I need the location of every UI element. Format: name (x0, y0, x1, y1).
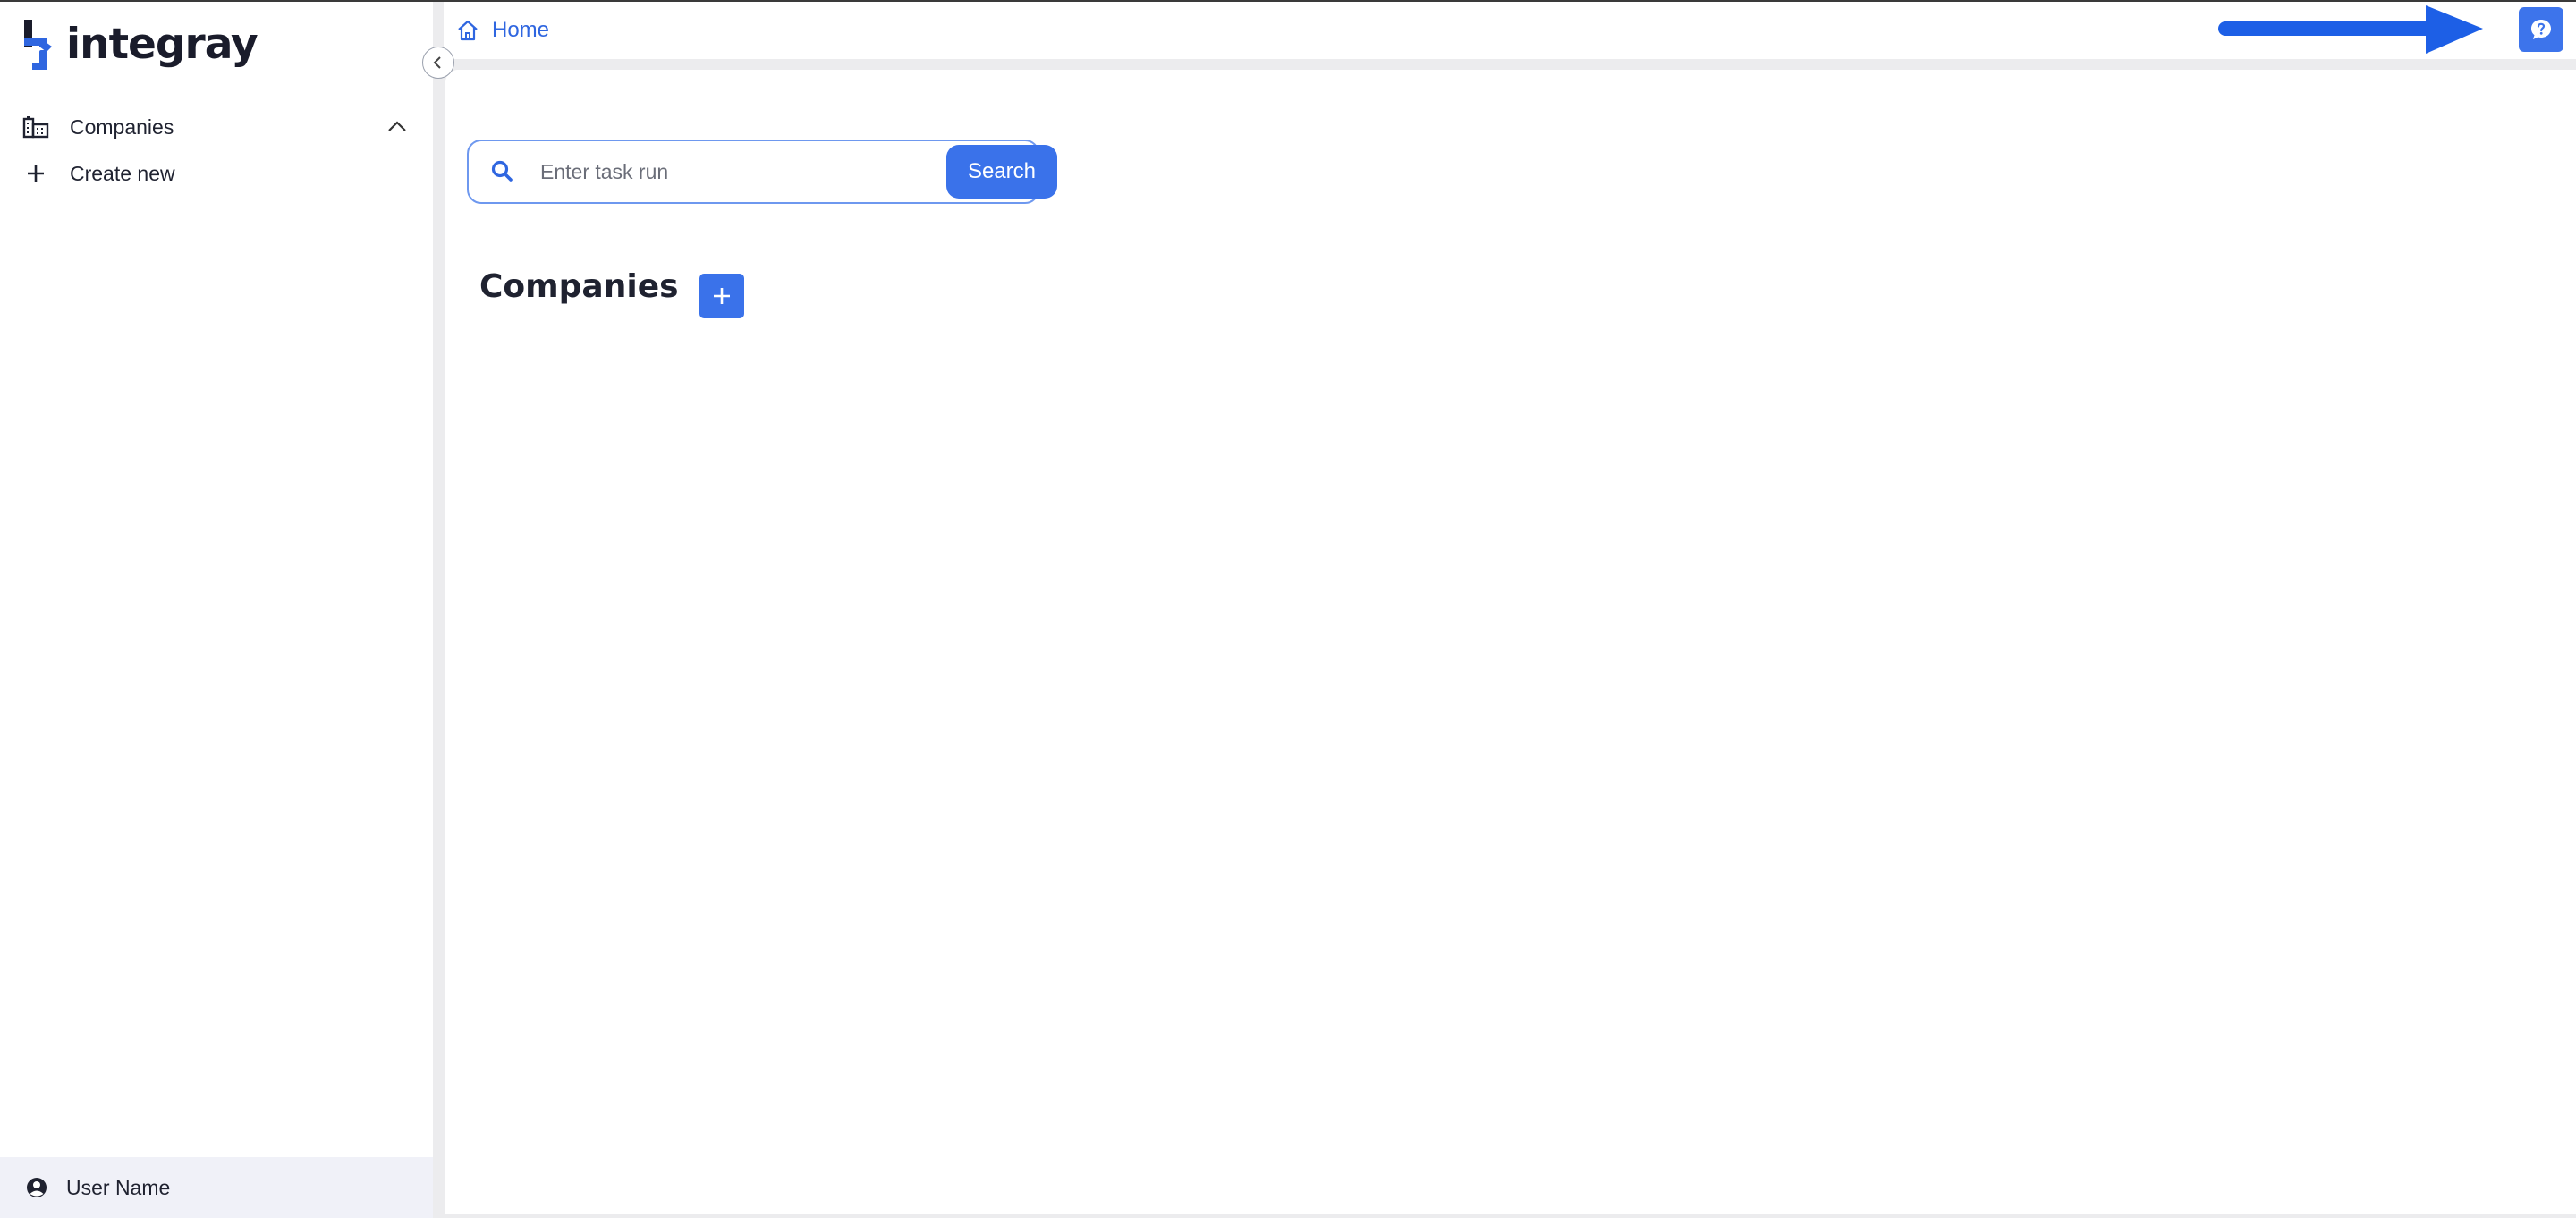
page-title: Companies (479, 268, 679, 305)
sidebar-collapse-button[interactable] (422, 47, 454, 79)
plus-icon (714, 288, 730, 304)
buildings-icon (21, 113, 50, 141)
brand-logo[interactable]: integray (21, 18, 258, 72)
sidebar-item-create-new[interactable]: Create new (21, 154, 411, 193)
help-chat-button[interactable] (2519, 7, 2563, 52)
main-content: Search Companies (445, 70, 2576, 1214)
chevron-up-icon[interactable] (383, 113, 411, 141)
task-run-search: Search (467, 140, 1057, 204)
search-button[interactable]: Search (946, 145, 1057, 199)
sidebar: integray Companies Create new User Name (0, 2, 433, 1218)
search-icon (491, 160, 513, 182)
plus-icon (21, 159, 50, 188)
integray-logo-mark (24, 20, 52, 70)
search-input[interactable] (538, 150, 914, 193)
annotation-arrow (2218, 5, 2483, 54)
sidebar-item-label: Companies (70, 114, 174, 139)
home-icon (458, 20, 478, 41)
brand-name: integray (66, 20, 258, 69)
chat-question-icon (2531, 20, 2551, 39)
user-circle-icon (27, 1178, 47, 1197)
user-menu[interactable]: User Name (0, 1157, 433, 1218)
user-name: User Name (66, 1175, 171, 1199)
breadcrumb[interactable]: Home (456, 14, 549, 47)
chevron-left-icon (433, 56, 441, 69)
sidebar-item-label: Create new (70, 161, 175, 185)
sidebar-item-companies[interactable]: Companies (21, 107, 411, 147)
add-company-button[interactable] (699, 274, 744, 318)
breadcrumb-home[interactable]: Home (492, 18, 549, 43)
